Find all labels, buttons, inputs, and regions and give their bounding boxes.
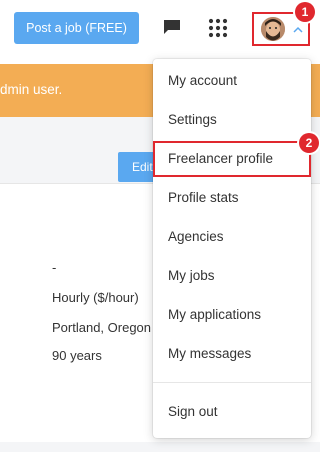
menu-item-sign-out[interactable]: Sign out [153,394,311,430]
user-dropdown-menu: My account Settings Freelancer profile P… [153,59,311,438]
menu-divider [153,382,311,383]
profile-rate-type: Hourly ($/hour) [52,290,139,305]
post-job-button[interactable]: Post a job (FREE) [14,12,139,44]
menu-item-my-messages[interactable]: My messages [153,336,311,372]
menu-item-agencies[interactable]: Agencies [153,219,311,255]
top-navigation-bar: Post a job (FREE) [0,0,320,64]
chat-icon[interactable] [163,19,181,35]
annotation-badge-2: 2 [299,133,319,153]
menu-item-settings[interactable]: Settings [153,102,311,138]
menu-item-freelancer-profile[interactable]: Freelancer profile [153,141,311,177]
profile-age: 90 years [52,348,102,363]
profile-value: - [52,260,57,275]
apps-grid-icon[interactable] [208,18,228,38]
page-bottom [0,442,320,452]
edit-button[interactable]: Edit [118,152,158,182]
annotation-badge-1: 1 [295,2,315,22]
menu-item-my-applications[interactable]: My applications [153,297,311,333]
chevron-up-icon [293,26,303,33]
menu-item-my-jobs[interactable]: My jobs [153,258,311,294]
menu-item-profile-stats[interactable]: Profile stats [153,180,311,216]
menu-item-my-account[interactable]: My account [153,63,311,99]
user-avatar [261,17,285,41]
banner-text: dmin user. [0,82,63,97]
profile-location: Portland, Oregon [52,320,152,335]
